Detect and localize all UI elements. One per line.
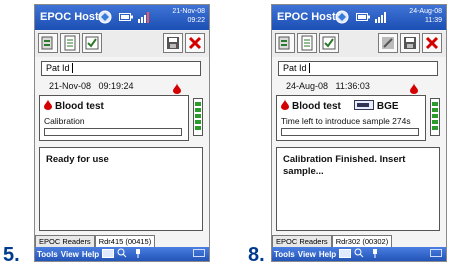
signal-strength-icon[interactable] [137,9,151,25]
menu-view[interactable]: View [298,250,316,259]
cartridge-icon [353,99,374,113]
progress-bar [44,128,182,136]
reader-icon-button[interactable] [38,33,58,53]
title-bar: EPOC Host 21-Nov-08 09:22 [35,5,209,30]
test-header: Blood test BGE [281,99,399,113]
device-screen-2: EPOC Host 24-Aug-08 11:39 Pat Id 24-Aug-… [271,4,447,262]
edit-icon-button[interactable] [378,33,398,53]
step-number-5: 5. [3,244,20,266]
device-screen-1: EPOC Host 21-Nov-08 09:22 Pat Id 21-Nov-… [34,4,210,262]
save-icon-button[interactable] [163,33,183,53]
menu-tools[interactable]: Tools [37,250,58,259]
reader-icon-button[interactable] [275,33,295,53]
document-icon-button[interactable] [60,33,80,53]
menu-tools[interactable]: Tools [274,250,295,259]
test-title: Blood test [292,100,341,112]
toolbar [35,31,209,57]
test-datetime: 24-Aug-08 11:36:03 [286,81,370,91]
menu-view[interactable]: View [61,250,79,259]
patient-id-label: Pat Id [46,63,70,73]
save-icon-button[interactable] [400,33,420,53]
reader-icon[interactable] [339,248,352,260]
keyboard-icon[interactable] [193,249,205,259]
connectivity-icon[interactable] [97,9,113,25]
signal-strength-icon[interactable] [374,9,388,25]
clock-date: 24-Aug-08 [409,8,442,15]
battery-status-icon[interactable] [356,9,370,25]
battery-status-icon[interactable] [119,9,133,25]
check-icon-button[interactable] [82,33,102,53]
clock-date: 21-Nov-08 [172,8,205,15]
test-header: Blood test [44,99,104,113]
tab-epoc-readers[interactable]: EPOC Readers [35,235,95,247]
test-datetime: 21-Nov-08 09:19:24 [49,81,134,91]
test-panel-type: BGE [376,100,399,112]
keyboard-icon[interactable] [430,249,442,259]
patient-id-field[interactable]: Pat Id [278,61,438,76]
blood-drop-icon [281,99,289,113]
clock-time: 11:39 [425,17,442,24]
tab-reader[interactable]: Rdr415 (00415) [94,235,156,247]
app-title: EPOC Host [277,11,336,23]
clock-time: 09:22 [187,17,205,24]
status-line: Calibration [44,116,85,126]
menu-bar: Tools View Help [35,247,209,261]
step-number-8: 8. [248,244,265,266]
reader-battery-gauge [193,98,203,136]
search-icon[interactable] [117,248,127,260]
menu-help[interactable]: Help [82,250,99,259]
document-icon-button[interactable] [297,33,317,53]
patient-id-label: Pat Id [283,63,307,73]
close-icon-button[interactable] [422,33,442,53]
progress-bar [281,128,419,136]
test-panel: Blood test BGE Time left to introduce sa… [276,95,426,141]
reader-tabs: EPOC Readers Rdr302 (00302) [272,235,446,247]
connectivity-icon[interactable] [334,9,350,25]
tab-epoc-readers[interactable]: EPOC Readers [272,235,332,247]
message-panel: Ready for use [39,147,203,231]
app-title: EPOC Host [40,11,99,23]
test-panel: Blood test Calibration [39,95,189,141]
tab-reader[interactable]: Rdr302 (00302) [331,235,393,247]
message-panel: Calibration Finished. Insert sample... [276,147,440,231]
title-bar: EPOC Host 24-Aug-08 11:39 [272,5,446,30]
reader-icon[interactable] [102,248,115,260]
toolbar [272,31,446,57]
close-icon-button[interactable] [185,33,205,53]
pin-icon[interactable] [371,248,379,260]
pin-icon[interactable] [134,248,142,260]
check-icon-button[interactable] [319,33,339,53]
search-icon[interactable] [354,248,364,260]
reader-battery-gauge [430,98,440,136]
status-line: Time left to introduce sample 274s [281,116,411,126]
patient-id-field[interactable]: Pat Id [41,61,201,76]
clock[interactable]: 21-Nov-08 09:22 [172,7,205,25]
blood-drop-icon [44,99,52,113]
clock[interactable]: 24-Aug-08 11:39 [409,7,442,25]
test-title: Blood test [55,100,104,112]
menu-bar: Tools View Help [272,247,446,261]
menu-help[interactable]: Help [319,250,336,259]
reader-tabs: EPOC Readers Rdr415 (00415) [35,235,209,247]
